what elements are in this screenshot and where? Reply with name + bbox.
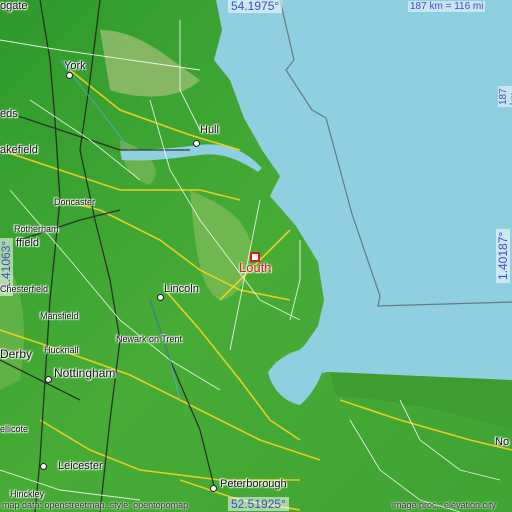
hull-dot: [193, 140, 200, 147]
city-peterborough: Peterborough: [220, 478, 287, 490]
city-york: York: [64, 60, 86, 72]
target-label: Louth: [239, 260, 272, 275]
city-chesterfield: Chesterfield: [0, 284, 49, 294]
city-hull: Hull: [200, 124, 219, 136]
city-newark: Newark on Trent: [116, 334, 183, 344]
city-hucknall: Hucknall: [44, 345, 79, 355]
scale-vertical: 187 km = 116 mi: [498, 86, 512, 107]
city-nottingham: Nottingham: [54, 366, 116, 380]
scale-horizontal: 187 km = 116 mi: [408, 1, 486, 12]
city-rotherham: Rotherham: [14, 224, 59, 234]
credit-left: map data: openstreetmap, style: opentopo…: [2, 500, 189, 510]
city-leeds: eds: [0, 108, 18, 120]
city-sheffield: ffield: [16, 237, 40, 249]
south-coordinate: 52.51925°: [228, 497, 289, 511]
leicester-dot: [40, 463, 47, 470]
city-leicester: Leicester: [58, 460, 103, 472]
city-mansfield: Mansfield: [40, 311, 79, 321]
nottingham-dot: [45, 376, 52, 383]
city-ellicote: ellicote: [0, 424, 29, 434]
north-coordinate: 54.1975°: [228, 0, 283, 13]
city-harrogate: ogate: [0, 0, 28, 12]
east-coordinate: 1.40187°: [496, 228, 510, 283]
city-lincoln: Lincoln: [164, 283, 199, 295]
city-derby: Derby: [0, 347, 33, 361]
peterborough-dot: [210, 485, 217, 492]
city-hinckley: Hinckley: [10, 489, 45, 499]
city-wakefield: akefield: [0, 144, 38, 156]
credit-right: image proc.: elevation.city: [392, 500, 497, 510]
lincoln-dot: [157, 294, 164, 301]
map-view[interactable]: 54.1975° 52.51925° -1.41063° 1.40187° 18…: [0, 0, 512, 512]
city-norwich: No: [495, 436, 510, 448]
city-doncaster: Doncaster: [54, 197, 96, 207]
york-dot: [66, 72, 73, 79]
